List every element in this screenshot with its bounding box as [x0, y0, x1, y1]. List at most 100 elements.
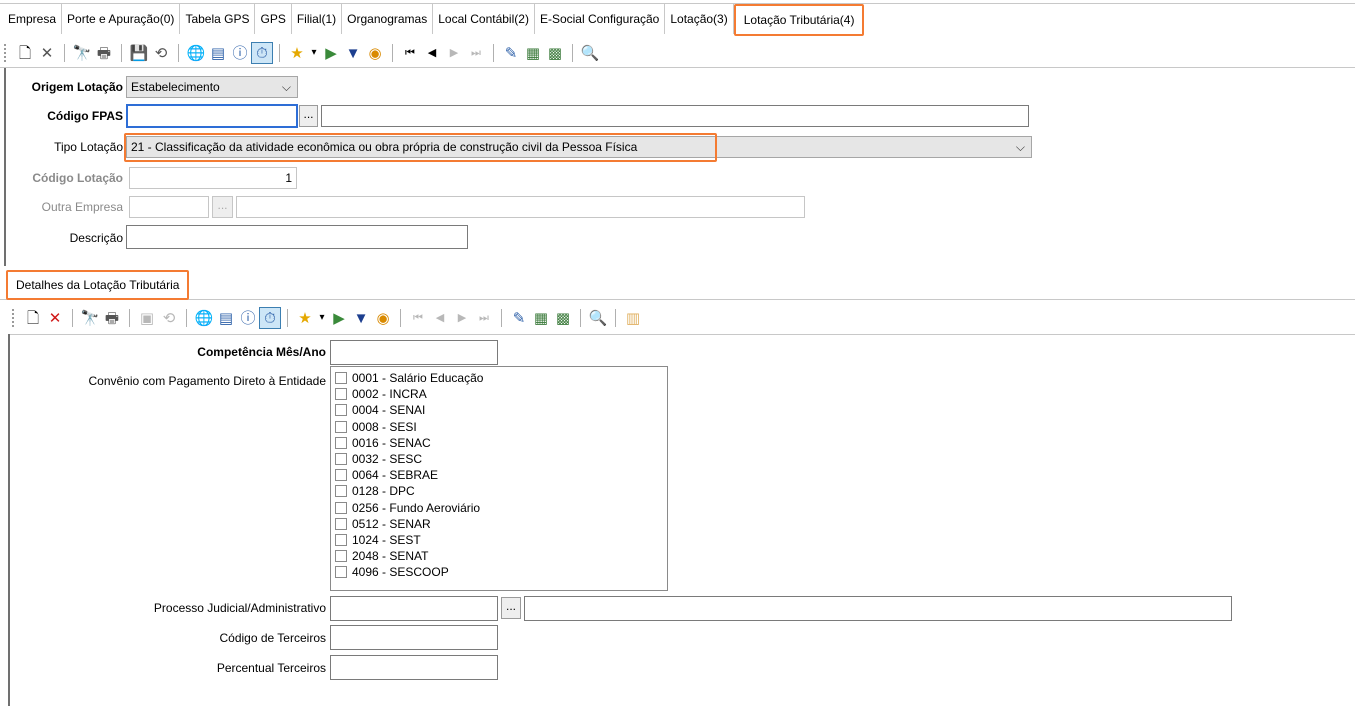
tab-empresa[interactable]: Empresa — [0, 4, 63, 34]
checkbox[interactable] — [335, 501, 347, 514]
checklist-item[interactable]: 0008 - SESI — [331, 419, 667, 435]
checklist-item[interactable]: 0064 - SEBRAE — [331, 467, 667, 483]
new-icon[interactable]: 🗋 — [14, 42, 36, 64]
checkbox[interactable] — [335, 404, 347, 417]
checklist-item[interactable]: 0128 - DPC — [331, 483, 667, 499]
previous-record-icon[interactable]: ◀ — [421, 42, 443, 64]
globe-icon[interactable]: 🌐 — [185, 42, 207, 64]
checkbox[interactable] — [335, 388, 347, 401]
preview-icon[interactable]: 🔍 — [587, 307, 609, 329]
checklist-item[interactable]: 0004 - SENAI — [331, 402, 667, 418]
checkbox[interactable] — [335, 566, 347, 579]
tab-esocial-configuracao[interactable]: E-Social Configuração — [535, 4, 666, 34]
codigo-terceiros-label: Código de Terceiros — [219, 631, 326, 645]
toolbar-grip[interactable] — [12, 309, 16, 327]
report-icon[interactable]: ▦ — [530, 307, 552, 329]
checkbox[interactable] — [335, 436, 347, 449]
codigo-fpas-lookup-button[interactable]: ... — [299, 105, 318, 127]
clock-icon[interactable]: ⏱ — [259, 307, 281, 329]
list-icon[interactable]: ▤ — [207, 42, 229, 64]
filter-icon[interactable]: ▼ — [342, 42, 364, 64]
checkbox[interactable] — [335, 420, 347, 433]
dropdown-arrow-icon[interactable]: ▾ — [308, 42, 320, 64]
checklist-item[interactable]: 1024 - SEST — [331, 532, 667, 548]
checkbox[interactable] — [335, 453, 347, 466]
sync-icon[interactable]: ◉ — [364, 42, 386, 64]
tab-lotacao-tributaria[interactable]: Lotação Tributária(4) — [733, 4, 865, 36]
tab-gps[interactable]: GPS — [255, 4, 292, 34]
checklist-item[interactable]: 0002 - INCRA — [331, 386, 667, 402]
tab-filial[interactable]: Filial(1) — [292, 4, 343, 34]
origem-lotacao-select[interactable]: Estabelecimento ⌵ — [126, 76, 298, 98]
export-icon[interactable]: ▶ — [320, 42, 342, 64]
processo-lookup-button[interactable]: ... — [501, 597, 521, 619]
info-icon[interactable]: ⓘ — [229, 42, 251, 64]
checklist-item[interactable]: 0256 - Fundo Aeroviário — [331, 500, 667, 516]
tab-lotacao[interactable]: Lotação(3) — [665, 4, 734, 34]
refresh-icon[interactable]: ⟲ — [150, 42, 172, 64]
checkbox[interactable] — [335, 485, 347, 498]
save-icon[interactable]: 💾 — [128, 42, 150, 64]
tab-porte-apuracao[interactable]: Porte e Apuração(0) — [62, 4, 181, 34]
info-icon[interactable]: ⓘ — [237, 307, 259, 329]
codigo-fpas-description — [321, 105, 1029, 127]
tab-organogramas[interactable]: Organogramas — [342, 4, 434, 34]
edit-icon[interactable]: ✎ — [508, 307, 530, 329]
star-icon[interactable]: ★ — [294, 307, 316, 329]
previous-record-icon[interactable]: ◀ — [429, 307, 451, 329]
document-icon[interactable]: ▥ — [622, 307, 644, 329]
checkbox[interactable] — [335, 372, 347, 385]
refresh-icon[interactable]: ⟲ — [158, 307, 180, 329]
print-icon[interactable]: 🖶 — [101, 307, 123, 329]
new-icon[interactable]: 🗋 — [22, 307, 44, 329]
search-icon[interactable]: 🔭 — [79, 307, 101, 329]
percentual-terceiros-input[interactable] — [330, 655, 498, 680]
print-icon[interactable]: 🖶 — [93, 42, 115, 64]
toolbar-grip[interactable] — [4, 44, 8, 62]
checklist-item[interactable]: 2048 - SENAT — [331, 548, 667, 564]
last-record-icon[interactable]: ⏭ — [465, 42, 487, 64]
first-record-icon[interactable]: ⏮ — [399, 42, 421, 64]
last-record-icon[interactable]: ⏭ — [473, 307, 495, 329]
list-icon[interactable]: ▤ — [215, 307, 237, 329]
checklist-item[interactable]: 0001 - Salário Educação — [331, 370, 667, 386]
checklist-item[interactable]: 4096 - SESCOOP — [331, 564, 667, 580]
tab-tabela-gps[interactable]: Tabela GPS — [180, 4, 256, 34]
processo-label: Processo Judicial/Administrativo — [153, 601, 326, 615]
checkbox[interactable] — [335, 469, 347, 482]
processo-input[interactable] — [330, 596, 498, 621]
filter-icon[interactable]: ▼ — [350, 307, 372, 329]
competencia-input[interactable] — [330, 340, 498, 365]
star-icon[interactable]: ★ — [286, 42, 308, 64]
codigo-fpas-input[interactable] — [126, 104, 298, 128]
report-search-icon[interactable]: ▩ — [544, 42, 566, 64]
export-icon[interactable]: ▶ — [328, 307, 350, 329]
clock-icon[interactable]: ⏱ — [251, 42, 273, 64]
report-icon[interactable]: ▦ — [522, 42, 544, 64]
report-search-icon[interactable]: ▩ — [552, 307, 574, 329]
preview-icon[interactable]: 🔍 — [579, 42, 601, 64]
tab-local-contabil[interactable]: Local Contábil(2) — [433, 4, 535, 34]
tab-detalhes-lotacao-tributaria[interactable]: Detalhes da Lotação Tributária — [6, 270, 190, 300]
globe-icon[interactable]: 🌐 — [193, 307, 215, 329]
delete-icon[interactable]: ✕ — [44, 307, 66, 329]
descricao-input[interactable] — [126, 225, 468, 249]
first-record-icon[interactable]: ⏮ — [407, 307, 429, 329]
checkbox[interactable] — [335, 517, 347, 530]
next-record-icon[interactable]: ▶ — [443, 42, 465, 64]
checklist-item-label: 0004 - SENAI — [352, 403, 426, 418]
save-icon[interactable]: ▣ — [136, 307, 158, 329]
checklist-item[interactable]: 0032 - SESC — [331, 451, 667, 467]
delete-icon[interactable]: ✕ — [36, 42, 58, 64]
search-icon[interactable]: 🔭 — [71, 42, 93, 64]
checklist-item[interactable]: 0512 - SENAR — [331, 516, 667, 532]
codigo-terceiros-input[interactable] — [330, 625, 498, 650]
toolbar-separator — [72, 309, 73, 327]
edit-icon[interactable]: ✎ — [500, 42, 522, 64]
next-record-icon[interactable]: ▶ — [451, 307, 473, 329]
checkbox[interactable] — [335, 533, 347, 546]
sync-icon[interactable]: ◉ — [372, 307, 394, 329]
checkbox[interactable] — [335, 550, 347, 563]
checklist-item[interactable]: 0016 - SENAC — [331, 435, 667, 451]
dropdown-arrow-icon[interactable]: ▾ — [316, 307, 328, 329]
